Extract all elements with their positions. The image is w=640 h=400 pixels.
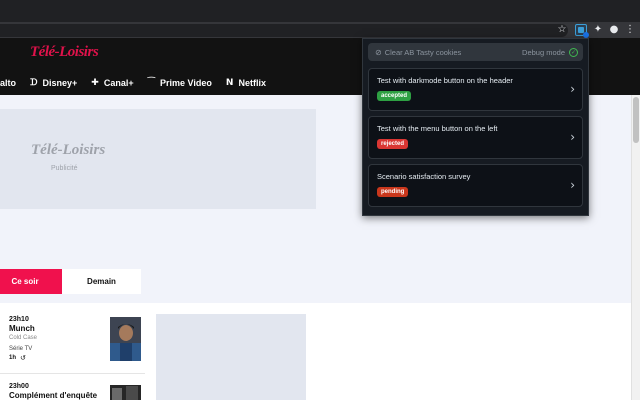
replay-icon[interactable]: ↺ <box>20 354 26 362</box>
ab-tasty-popup: ⊘ Clear AB Tasty cookies Debug mode ✓ Te… <box>362 38 589 216</box>
popup-header: ⊘ Clear AB Tasty cookies Debug mode ✓ <box>368 43 583 61</box>
channel-nav: alto ᗪ Disney+ ✚ Canal+ ⁀ Prime Video N … <box>0 76 280 90</box>
program-genre: Série TV <box>9 346 33 352</box>
nav-item-prime-video[interactable]: ⁀ Prime Video <box>148 78 212 88</box>
nav-item-label: Disney+ <box>42 78 78 88</box>
prime-video-icon: ⁀ <box>147 78 156 88</box>
nav-item-alto[interactable]: alto <box>0 78 16 88</box>
ad-logo: Télé-Loisirs <box>31 142 106 158</box>
nav-item-label: Prime Video <box>160 78 212 88</box>
program-list <box>0 303 640 400</box>
test-title: Test with the menu button on the left <box>377 124 498 133</box>
status-badge: pending <box>377 187 409 197</box>
status-badge: rejected <box>377 139 409 149</box>
program-duration: 1h <box>9 355 17 361</box>
nav-item-netflix[interactable]: N Netflix <box>226 78 266 88</box>
program-time: 23h10 <box>9 316 29 323</box>
debug-mode-label: Debug mode <box>522 47 565 57</box>
program-time: 23h00 <box>9 383 29 390</box>
clear-cookies-button[interactable]: ⊘ Clear AB Tasty cookies <box>375 43 461 61</box>
chevron-right-icon[interactable]: › <box>570 82 575 96</box>
check-circle-icon: ✓ <box>569 47 578 57</box>
test-card[interactable]: Scenario satisfaction survey pending › <box>368 164 583 207</box>
status-badge: accepted <box>377 91 412 101</box>
block-icon: ⊘ <box>375 47 382 57</box>
nav-item-disney[interactable]: ᗪ Disney+ <box>30 78 77 88</box>
page-scrollbar[interactable] <box>631 95 640 400</box>
site-logo[interactable]: Télé-Loisirs <box>30 44 99 61</box>
test-card[interactable]: Test with darkmode button on the header … <box>368 68 583 111</box>
test-card[interactable]: Test with the menu button on the left re… <box>368 116 583 159</box>
nav-item-label: alto <box>0 78 17 88</box>
test-title: Scenario satisfaction survey <box>377 172 471 181</box>
scrollbar-thumb[interactable] <box>633 97 639 143</box>
nav-item-label: Netflix <box>238 78 266 88</box>
netflix-icon: N <box>225 78 234 88</box>
canal-plus-icon: ✚ <box>91 78 99 88</box>
browser-tab-strip <box>0 0 640 22</box>
nav-item-label: Canal+ <box>103 78 134 88</box>
program-title[interactable]: Complément d'enquête <box>9 391 97 400</box>
ad-label: Publicité <box>51 165 78 172</box>
address-bar[interactable] <box>0 24 568 37</box>
bookmark-star-icon[interactable]: ☆ <box>556 24 568 36</box>
ab-tasty-extension-icon[interactable] <box>575 24 589 38</box>
list-divider <box>0 373 145 374</box>
chevron-right-icon[interactable]: › <box>570 178 575 192</box>
tab-demain[interactable]: Demain <box>62 269 141 294</box>
chevron-right-icon[interactable]: › <box>570 130 575 144</box>
program-title[interactable]: Munch <box>9 324 35 333</box>
browser-menu-icon[interactable]: ⋮ <box>624 24 636 36</box>
side-ad-placeholder <box>156 314 306 400</box>
disney-icon: ᗪ <box>30 78 38 88</box>
program-thumbnail[interactable] <box>110 317 141 361</box>
ad-banner[interactable] <box>0 109 316 209</box>
nav-item-canal[interactable]: ✚ Canal+ <box>91 78 133 88</box>
extensions-puzzle-icon[interactable]: ✦ <box>592 24 604 36</box>
program-subtitle: Cold Case <box>9 335 38 341</box>
clear-cookies-label: Clear AB Tasty cookies <box>384 47 462 57</box>
test-title: Test with darkmode button on the header <box>377 76 513 85</box>
tab-ce-soir[interactable]: Ce soir <box>0 269 62 294</box>
debug-mode-toggle[interactable]: Debug mode ✓ <box>522 43 578 61</box>
profile-icon[interactable]: ● <box>608 24 620 36</box>
program-thumbnail[interactable] <box>110 385 141 400</box>
browser-window: ☆ ✦ ● ⋮ Télé-Loisirs alto ᗪ Disney+ ✚ Ca… <box>0 0 640 400</box>
